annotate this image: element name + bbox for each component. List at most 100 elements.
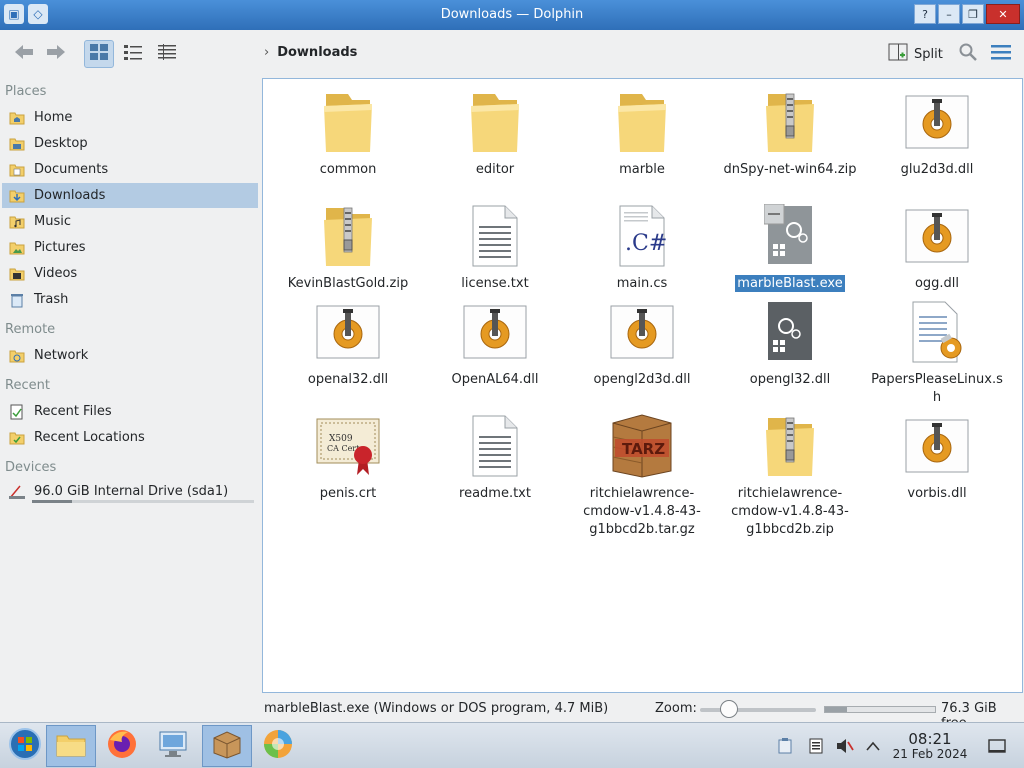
taskbar-wine[interactable] (253, 725, 303, 767)
menu-button[interactable] (987, 40, 1015, 68)
search-button[interactable] (954, 40, 982, 68)
taskbar: 08:21 21 Feb 2024 (0, 722, 1024, 768)
status-info: marbleBlast.exe (Windows or DOS program,… (264, 701, 609, 716)
clock-date: 21 Feb 2024 (892, 747, 968, 761)
arrow-left-icon (13, 43, 35, 66)
exe-file-icon (755, 201, 825, 271)
breadcrumb-current[interactable]: Downloads (277, 45, 357, 60)
section-places: Places (5, 84, 47, 99)
show-desktop-icon[interactable] (988, 737, 1006, 755)
maximize-button[interactable]: ❐ (962, 4, 984, 24)
sidebar-item-videos[interactable]: Videos (2, 261, 258, 286)
icons-view-button[interactable] (84, 40, 114, 68)
file-item[interactable]: vorbis.dll (862, 411, 1012, 503)
sidebar-item-documents[interactable]: Documents (2, 157, 258, 182)
file-item[interactable]: X509 CA Cert penis.crt (273, 411, 423, 503)
sidebar-item-downloads[interactable]: Downloads (2, 183, 258, 208)
section-devices: Devices (5, 460, 57, 475)
file-item[interactable]: readme.txt (420, 411, 570, 503)
sidebar-item-label: Pictures (34, 240, 86, 255)
file-item[interactable]: .C# main.cs (567, 201, 717, 293)
notes-tray-icon[interactable] (807, 737, 825, 755)
file-item[interactable]: common (273, 87, 423, 179)
places-panel: Places Home Desktop Documents Downloads Musi… (0, 78, 262, 696)
dll-file-icon (902, 87, 972, 157)
sidebar-item-pictures[interactable]: Pictures (2, 235, 258, 260)
minimize-button[interactable]: – (938, 4, 960, 24)
home-folder-icon (8, 109, 26, 127)
hard-drive-icon (8, 483, 26, 501)
svg-text:TARZ: TARZ (622, 440, 665, 458)
file-name: penis.crt (319, 486, 377, 501)
exe-file-icon (755, 297, 825, 367)
taskbar-firefox[interactable] (97, 725, 147, 767)
sidebar-item-trash[interactable]: Trash (2, 287, 258, 312)
taskbar-system-settings[interactable] (148, 725, 198, 767)
title-bar[interactable]: ▣ ◇ Downloads — Dolphin ? – ❐ ✕ (0, 0, 1024, 30)
clock-time: 08:21 (908, 730, 952, 748)
clock[interactable]: 08:21 21 Feb 2024 (890, 731, 970, 761)
recent-files-icon (8, 403, 26, 421)
sidebar-item-music[interactable]: Music (2, 209, 258, 234)
clipboard-tray-icon[interactable] (776, 737, 794, 755)
documents-folder-icon (8, 161, 26, 179)
file-item[interactable]: editor (420, 87, 570, 179)
sidebar-item-network[interactable]: Network (2, 343, 258, 368)
chevron-up-icon[interactable] (864, 737, 882, 755)
breadcrumb[interactable]: › Downloads (264, 45, 357, 60)
sidebar-item-desktop[interactable]: Desktop (2, 131, 258, 156)
file-item[interactable]: PapersPleaseLinux.sh (862, 297, 1012, 407)
file-item[interactable]: openal32.dll (273, 297, 423, 389)
zoom-slider-handle[interactable] (720, 700, 738, 718)
file-item[interactable]: marbleBlast.exe (715, 201, 865, 293)
file-item[interactable]: KevinBlastGold.zip (273, 201, 423, 293)
svg-text:.C#: .C# (625, 231, 667, 256)
sidebar-item-label: Downloads (34, 188, 106, 203)
forward-button[interactable] (42, 40, 70, 68)
sidebar-item-recent-files[interactable]: Recent Files (2, 399, 258, 424)
file-item[interactable]: license.txt (420, 201, 570, 293)
file-name: opengl32.dll (749, 372, 831, 387)
file-item[interactable]: ritchielawrence-cmdow-v1.4.8-43-g1bbcd2b… (715, 411, 865, 539)
sidebar-item-label: Network (34, 348, 89, 363)
help-button[interactable]: ? (914, 4, 936, 24)
file-item[interactable]: OpenAL64.dll (420, 297, 570, 389)
sidebar-item-recent-locations[interactable]: Recent Locations (2, 425, 258, 450)
sidebar-item-home[interactable]: Home (2, 105, 258, 130)
drive-usage-bar (32, 500, 254, 503)
close-button[interactable]: ✕ (986, 4, 1020, 24)
file-name: vorbis.dll (907, 486, 967, 501)
start-button[interactable] (0, 725, 50, 767)
file-name: opengl2d3d.dll (593, 372, 691, 387)
taskbar-file-manager[interactable] (46, 725, 96, 767)
chevron-right-icon: › (264, 45, 270, 60)
trash-icon (8, 291, 26, 309)
window-title: Downloads — Dolphin (440, 7, 584, 22)
file-view[interactable]: common editor marble dnSpy-net-win64.zip glu… (262, 78, 1023, 693)
dll-file-icon (460, 297, 530, 367)
back-button[interactable] (10, 40, 38, 68)
folder-icon (55, 730, 87, 762)
split-button[interactable]: Split (888, 43, 943, 65)
file-item[interactable]: TARZ ritchielawrence-cmdow-v1.4.8-43-g1bb… (567, 411, 717, 539)
text-file-icon (460, 201, 530, 271)
volume-muted-icon[interactable] (836, 737, 854, 755)
file-item[interactable]: dnSpy-net-win64.zip (715, 87, 865, 179)
desktop-folder-icon (8, 135, 26, 153)
sidebar-item-label: Videos (34, 266, 78, 281)
file-item[interactable]: ogg.dll (862, 201, 1012, 293)
zoom-label: Zoom: (655, 701, 697, 716)
zoom-slider[interactable] (700, 708, 816, 712)
package-icon (211, 729, 243, 763)
dll-file-icon (902, 201, 972, 271)
file-item[interactable]: glu2d3d.dll (862, 87, 1012, 179)
file-item[interactable]: opengl32.dll (715, 297, 865, 389)
dll-file-icon (313, 297, 383, 367)
section-remote: Remote (5, 322, 56, 337)
file-item[interactable]: marble (567, 87, 717, 179)
details-view-button[interactable] (152, 40, 182, 68)
taskbar-archiver[interactable] (202, 725, 252, 767)
compact-view-button[interactable] (118, 40, 148, 68)
sidebar-item-label: 96.0 GiB Internal Drive (sda1) (34, 484, 229, 499)
file-item[interactable]: opengl2d3d.dll (567, 297, 717, 389)
